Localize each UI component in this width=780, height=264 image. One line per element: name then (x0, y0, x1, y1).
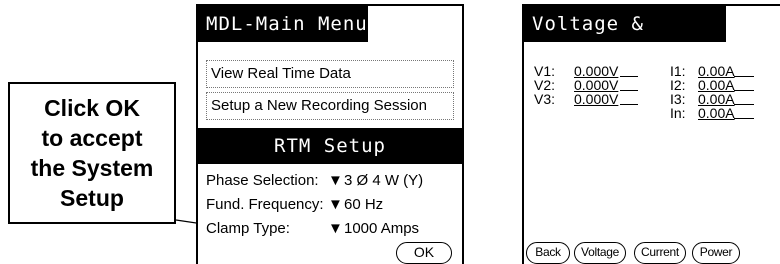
voltage-button[interactable]: Voltage (574, 242, 626, 264)
in-value: 0.00A (698, 105, 735, 121)
v3-value: 0.000V (574, 91, 619, 107)
underline-extension (734, 118, 754, 119)
dropdown-arrow-icon: ▼ (328, 172, 343, 189)
i1-value: 0.00A (698, 63, 735, 79)
phase-selection-row: Phase Selection: ▼3 Ø 4 W (Y) (206, 170, 462, 192)
i1-label: I1: (670, 63, 686, 79)
rtm-setup-title: RTM Setup (198, 128, 462, 164)
in-label: In: (670, 105, 686, 121)
v1-value: 0.000V (574, 63, 619, 79)
clamp-type-label: Clamp Type: (206, 220, 290, 237)
phase-selection-value: 3 Ø 4 W (Y) (344, 172, 424, 189)
underline-extension (620, 90, 638, 91)
fund-frequency-row: Fund. Frequency: ▼60 Hz (206, 194, 462, 216)
clamp-type-value: 1000 Amps (344, 220, 420, 237)
v1-label: V1: (534, 63, 556, 79)
i2-label: I2: (670, 77, 686, 93)
instruction-callout: Click OK to accept the System Setup (8, 82, 176, 224)
ok-button[interactable]: OK (396, 242, 452, 264)
underline-extension (620, 104, 638, 105)
v2-label: V2: (534, 77, 556, 93)
i2-value: 0.00A (698, 77, 735, 93)
underline-extension (734, 104, 754, 105)
clamp-type-row: Clamp Type: ▼1000 Amps (206, 218, 462, 240)
current-button[interactable]: Current (634, 242, 686, 264)
phase-selection-label: Phase Selection: (206, 172, 319, 189)
dropdown-arrow-icon: ▼ (328, 220, 343, 237)
main-menu-title: MDL-Main Menu (198, 6, 368, 42)
dropdown-arrow-icon: ▼ (328, 196, 343, 213)
v3-label: V3: (534, 91, 556, 107)
main-menu-screen: MDL-Main Menu View Real Time Data Setup … (196, 4, 464, 264)
voltage-current-screen: Voltage & Current V1: 0.000V V2: 0.000V … (522, 4, 780, 264)
phase-selection-dropdown[interactable]: ▼3 Ø 4 W (Y) (328, 170, 423, 192)
fund-frequency-label: Fund. Frequency: (206, 196, 324, 213)
callout-line-4: Setup (60, 185, 124, 211)
back-button[interactable]: Back (526, 242, 570, 264)
v2-value: 0.000V (574, 77, 619, 93)
underline-extension (620, 76, 638, 77)
clamp-type-dropdown[interactable]: ▼1000 Amps (328, 218, 419, 240)
callout-line-1: Click OK (44, 95, 140, 121)
i3-value: 0.00A (698, 91, 735, 107)
menu-item-view-real-time-data[interactable]: View Real Time Data (206, 60, 454, 88)
i3-label: I3: (670, 91, 686, 107)
menu-item-setup-recording-session[interactable]: Setup a New Recording Session (206, 92, 454, 120)
voltage-current-title: Voltage & Current (524, 6, 726, 71)
underline-extension (734, 90, 754, 91)
fund-frequency-dropdown[interactable]: ▼60 Hz (328, 194, 383, 216)
fund-frequency-value: 60 Hz (344, 196, 384, 213)
power-button[interactable]: Power (692, 242, 740, 264)
underline-extension (734, 76, 754, 77)
callout-line-2: to accept (41, 125, 143, 151)
callout-line-3: the System (30, 155, 154, 181)
